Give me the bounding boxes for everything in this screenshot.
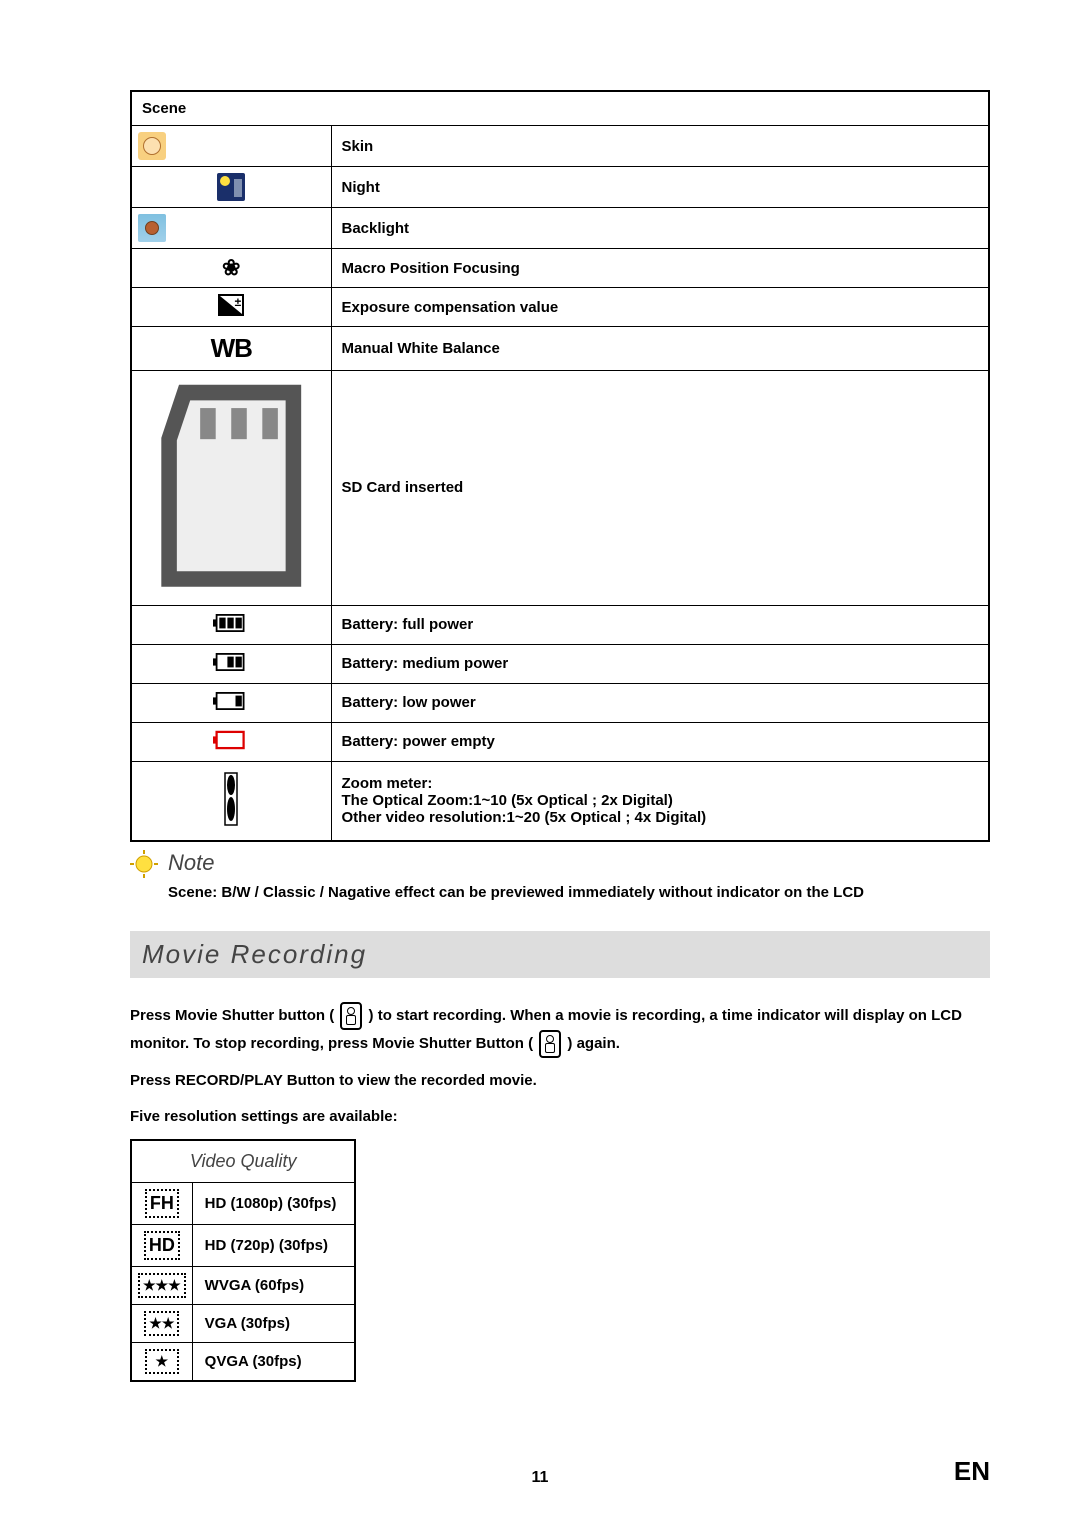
battery-low-icon [213,699,249,716]
white-balance-icon: WB [211,333,252,363]
resolution-table: Video Quality FH HD (1080p) (30fps) HD HD … [130,1139,356,1382]
zoom-description: Zoom meter: The Optical Zoom:1~10 (5x Op… [331,761,989,841]
backlight-icon [138,214,166,242]
exposure-compensation-icon [218,294,244,316]
lightbulb-icon [130,850,158,878]
skin-icon [138,132,166,160]
scene-header: Scene [131,91,989,126]
res-label: WVGA (60fps) [192,1267,355,1305]
language-label: EN [954,1456,990,1487]
battery-full-icon [213,621,249,638]
res-label: HD (1080p) (30fps) [192,1183,355,1225]
row-label: Manual White Balance [331,327,989,371]
res-badge-hd: HD [144,1231,180,1260]
res-badge-3star: ★★★ [138,1273,186,1298]
row-label: Macro Position Focusing [331,249,989,288]
zoom-meter-icon [223,771,239,827]
movie-shutter-icon [539,1030,561,1058]
movie-shutter-icon [340,1002,362,1030]
res-label: VGA (30fps) [192,1305,355,1343]
res-badge-fh: FH [145,1189,179,1218]
res-badge-1star: ★ [145,1349,179,1374]
section-heading: Movie Recording [130,931,990,978]
scene-indicators-table: Scene Skin Night Backlight ❀ Macro Positi… [130,90,990,842]
row-label: Skin [331,126,989,167]
night-icon [217,173,245,201]
res-header: Video Quality [131,1140,355,1183]
battery-medium-icon [213,660,249,677]
row-label: Exposure compensation value [331,288,989,327]
res-label: HD (720p) (30fps) [192,1225,355,1267]
row-label: Night [331,167,989,208]
note-heading: Note [168,850,214,876]
movie-recording-text: Press Movie Shutter button ( ) to start … [130,1002,990,1129]
sd-card-icon [138,582,324,599]
row-label: SD Card inserted [331,371,989,606]
res-label: QVGA (30fps) [192,1343,355,1382]
battery-empty-icon [213,738,249,755]
row-label: Battery: power empty [331,722,989,761]
row-label: Battery: low power [331,683,989,722]
page-number: 11 [0,1469,1080,1487]
note-text: Scene: B/W / Classic / Nagative effect c… [168,882,990,903]
row-label: Backlight [331,208,989,249]
row-label: Battery: full power [331,605,989,644]
row-label: Battery: medium power [331,644,989,683]
macro-flower-icon: ❀ [222,255,240,280]
res-badge-2star: ★★ [144,1311,179,1336]
